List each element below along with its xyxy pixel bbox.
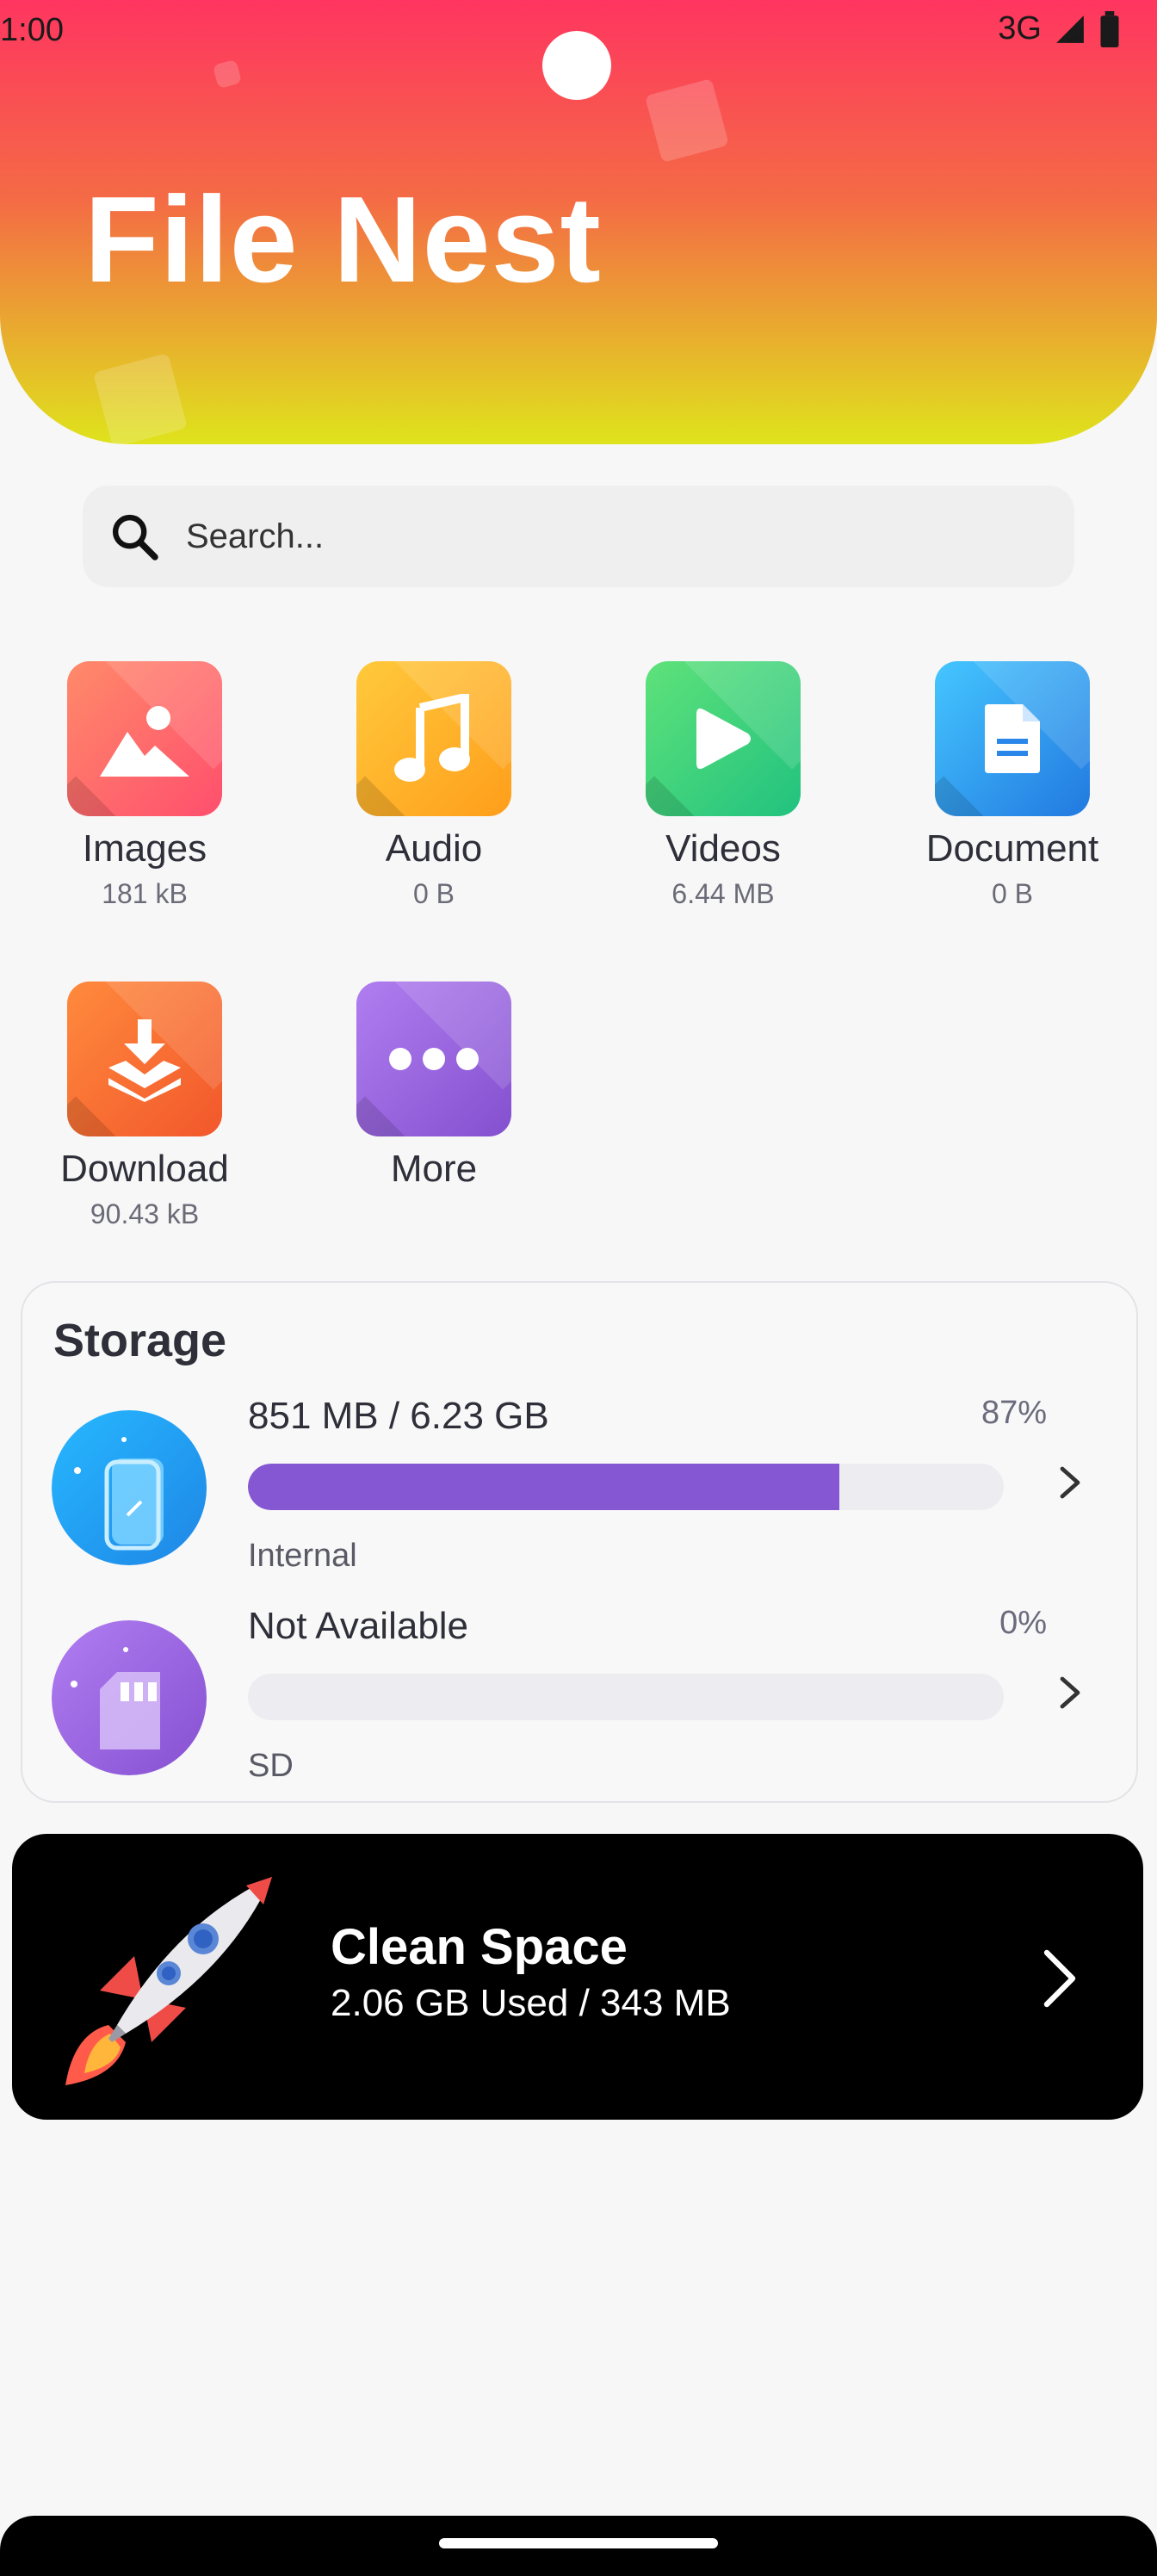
category-size: 90.43 kB — [90, 1198, 200, 1230]
category-download[interactable]: Download 90.43 kB — [15, 981, 274, 1230]
download-icon — [67, 981, 222, 1136]
category-size: 181 kB — [102, 878, 188, 910]
home-gesture-handle[interactable] — [439, 2538, 718, 2548]
category-label: Videos — [665, 827, 781, 870]
music-note-icon — [356, 661, 511, 816]
category-images[interactable]: Images 181 kB — [15, 661, 274, 910]
category-label: Document — [925, 827, 1099, 870]
category-label: Audio — [385, 827, 483, 870]
clean-space-subtitle: 2.06 GB Used / 343 MB — [331, 1982, 731, 2024]
category-size: 0 B — [412, 878, 455, 910]
category-label: Images — [82, 827, 207, 870]
storage-usage: 851 MB / 6.23 GB — [248, 1395, 549, 1437]
storage-progress-bar — [248, 1674, 1004, 1720]
play-icon — [646, 661, 801, 816]
sd-card-icon — [52, 1620, 207, 1775]
storage-label: SD — [248, 1748, 294, 1784]
header-decoration — [645, 78, 729, 163]
signal-icon — [1056, 15, 1084, 43]
image-icon — [67, 661, 222, 816]
clean-space-card[interactable]: Clean Space 2.06 GB Used / 343 MB — [12, 1834, 1143, 2120]
chevron-right-icon[interactable] — [1038, 1947, 1083, 2009]
rocket-icon — [65, 1877, 272, 2085]
network-type: 3G — [998, 10, 1042, 46]
category-more[interactable]: More — [305, 981, 563, 1190]
chevron-right-icon[interactable] — [1052, 1675, 1086, 1710]
search-bar[interactable] — [83, 486, 1074, 587]
category-document[interactable]: Document 0 B — [883, 661, 1142, 910]
search-input[interactable] — [184, 516, 962, 557]
storage-label: Internal — [248, 1538, 357, 1574]
storage-usage: Not Available — [248, 1605, 469, 1647]
category-label: More — [390, 1148, 478, 1190]
category-audio[interactable]: Audio 0 B — [305, 661, 563, 910]
status-icons: 3G — [998, 10, 1121, 47]
camera-cutout — [542, 31, 611, 100]
storage-card: Storage 851 MB / 6.23 GB 87% Internal No… — [21, 1281, 1138, 1803]
status-time: 1:00 — [0, 12, 64, 48]
chevron-right-icon[interactable] — [1052, 1465, 1086, 1500]
storage-percent: 0% — [999, 1605, 1047, 1641]
phone-icon — [52, 1410, 207, 1565]
clean-space-title: Clean Space — [331, 1919, 628, 1975]
category-size: 6.44 MB — [671, 878, 775, 910]
category-size: 0 B — [991, 878, 1034, 910]
header-decoration — [92, 352, 189, 444]
more-dots-icon — [356, 981, 511, 1136]
storage-title: Storage — [53, 1315, 227, 1366]
app-title: File Nest — [84, 171, 602, 308]
search-icon — [112, 514, 158, 560]
storage-progress-bar — [248, 1464, 1004, 1510]
storage-progress-fill — [248, 1464, 840, 1510]
storage-percent: 87% — [981, 1395, 1047, 1431]
document-icon — [935, 661, 1090, 816]
battery-icon — [1100, 10, 1119, 47]
category-label: Download — [60, 1148, 229, 1190]
category-videos[interactable]: Videos 6.44 MB — [594, 661, 852, 910]
header-decoration — [212, 59, 243, 90]
